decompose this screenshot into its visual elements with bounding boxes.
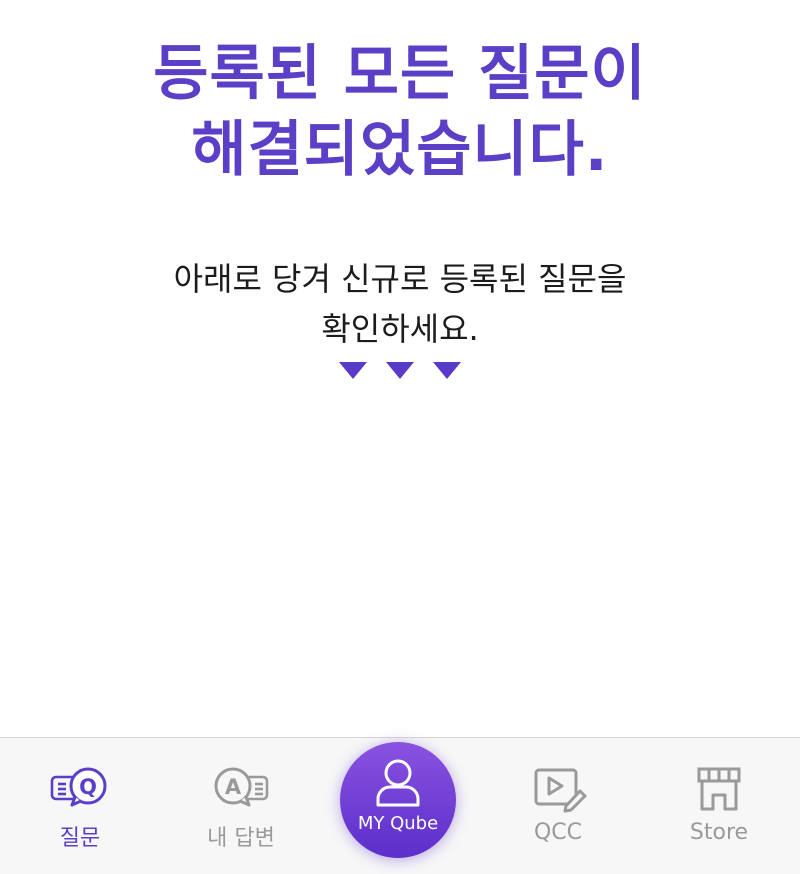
tab-label: MY Qube [357, 813, 439, 834]
user-icon [376, 759, 420, 807]
pull-to-refresh-hint: 아래로 당겨 신규로 등록된 질문을 확인하세요. [0, 254, 800, 354]
title-line-1: 등록된 모든 질문이 [153, 39, 647, 109]
answer-chat-icon: A [214, 767, 269, 807]
tab-qcc[interactable]: QCC [493, 764, 623, 845]
tab-questions[interactable]: Q 질문 [15, 764, 145, 852]
store-icon [697, 767, 741, 811]
tab-label: Store [689, 820, 749, 845]
question-chat-icon: Q [50, 767, 107, 807]
svg-text:A: A [225, 775, 242, 799]
tab-label: QCC [533, 820, 583, 845]
svg-text:Q: Q [79, 775, 97, 799]
down-arrow-icon [386, 362, 414, 379]
tab-my-answers[interactable]: A 내 답변 [176, 764, 306, 852]
hint-line-2: 확인하세요. [321, 310, 479, 348]
tab-store[interactable]: Store [654, 764, 784, 845]
video-edit-icon [534, 768, 587, 813]
tab-label: 내 답변 [207, 826, 275, 851]
my-qube-button[interactable]: MY Qube [340, 742, 456, 858]
tab-label: 질문 [59, 826, 101, 851]
title-line-2: 해결되었습니다. [191, 115, 609, 185]
down-arrow-icon [339, 362, 367, 379]
page-title: 등록된 모든 질문이 해결되었습니다. [0, 36, 800, 188]
down-arrow-icon [433, 362, 461, 379]
main-content: 등록된 모든 질문이 해결되었습니다. 아래로 당겨 신규로 등록된 질문을 확… [0, 0, 800, 738]
hint-line-1: 아래로 당겨 신규로 등록된 질문을 [173, 260, 627, 298]
pull-down-arrows [0, 362, 800, 379]
